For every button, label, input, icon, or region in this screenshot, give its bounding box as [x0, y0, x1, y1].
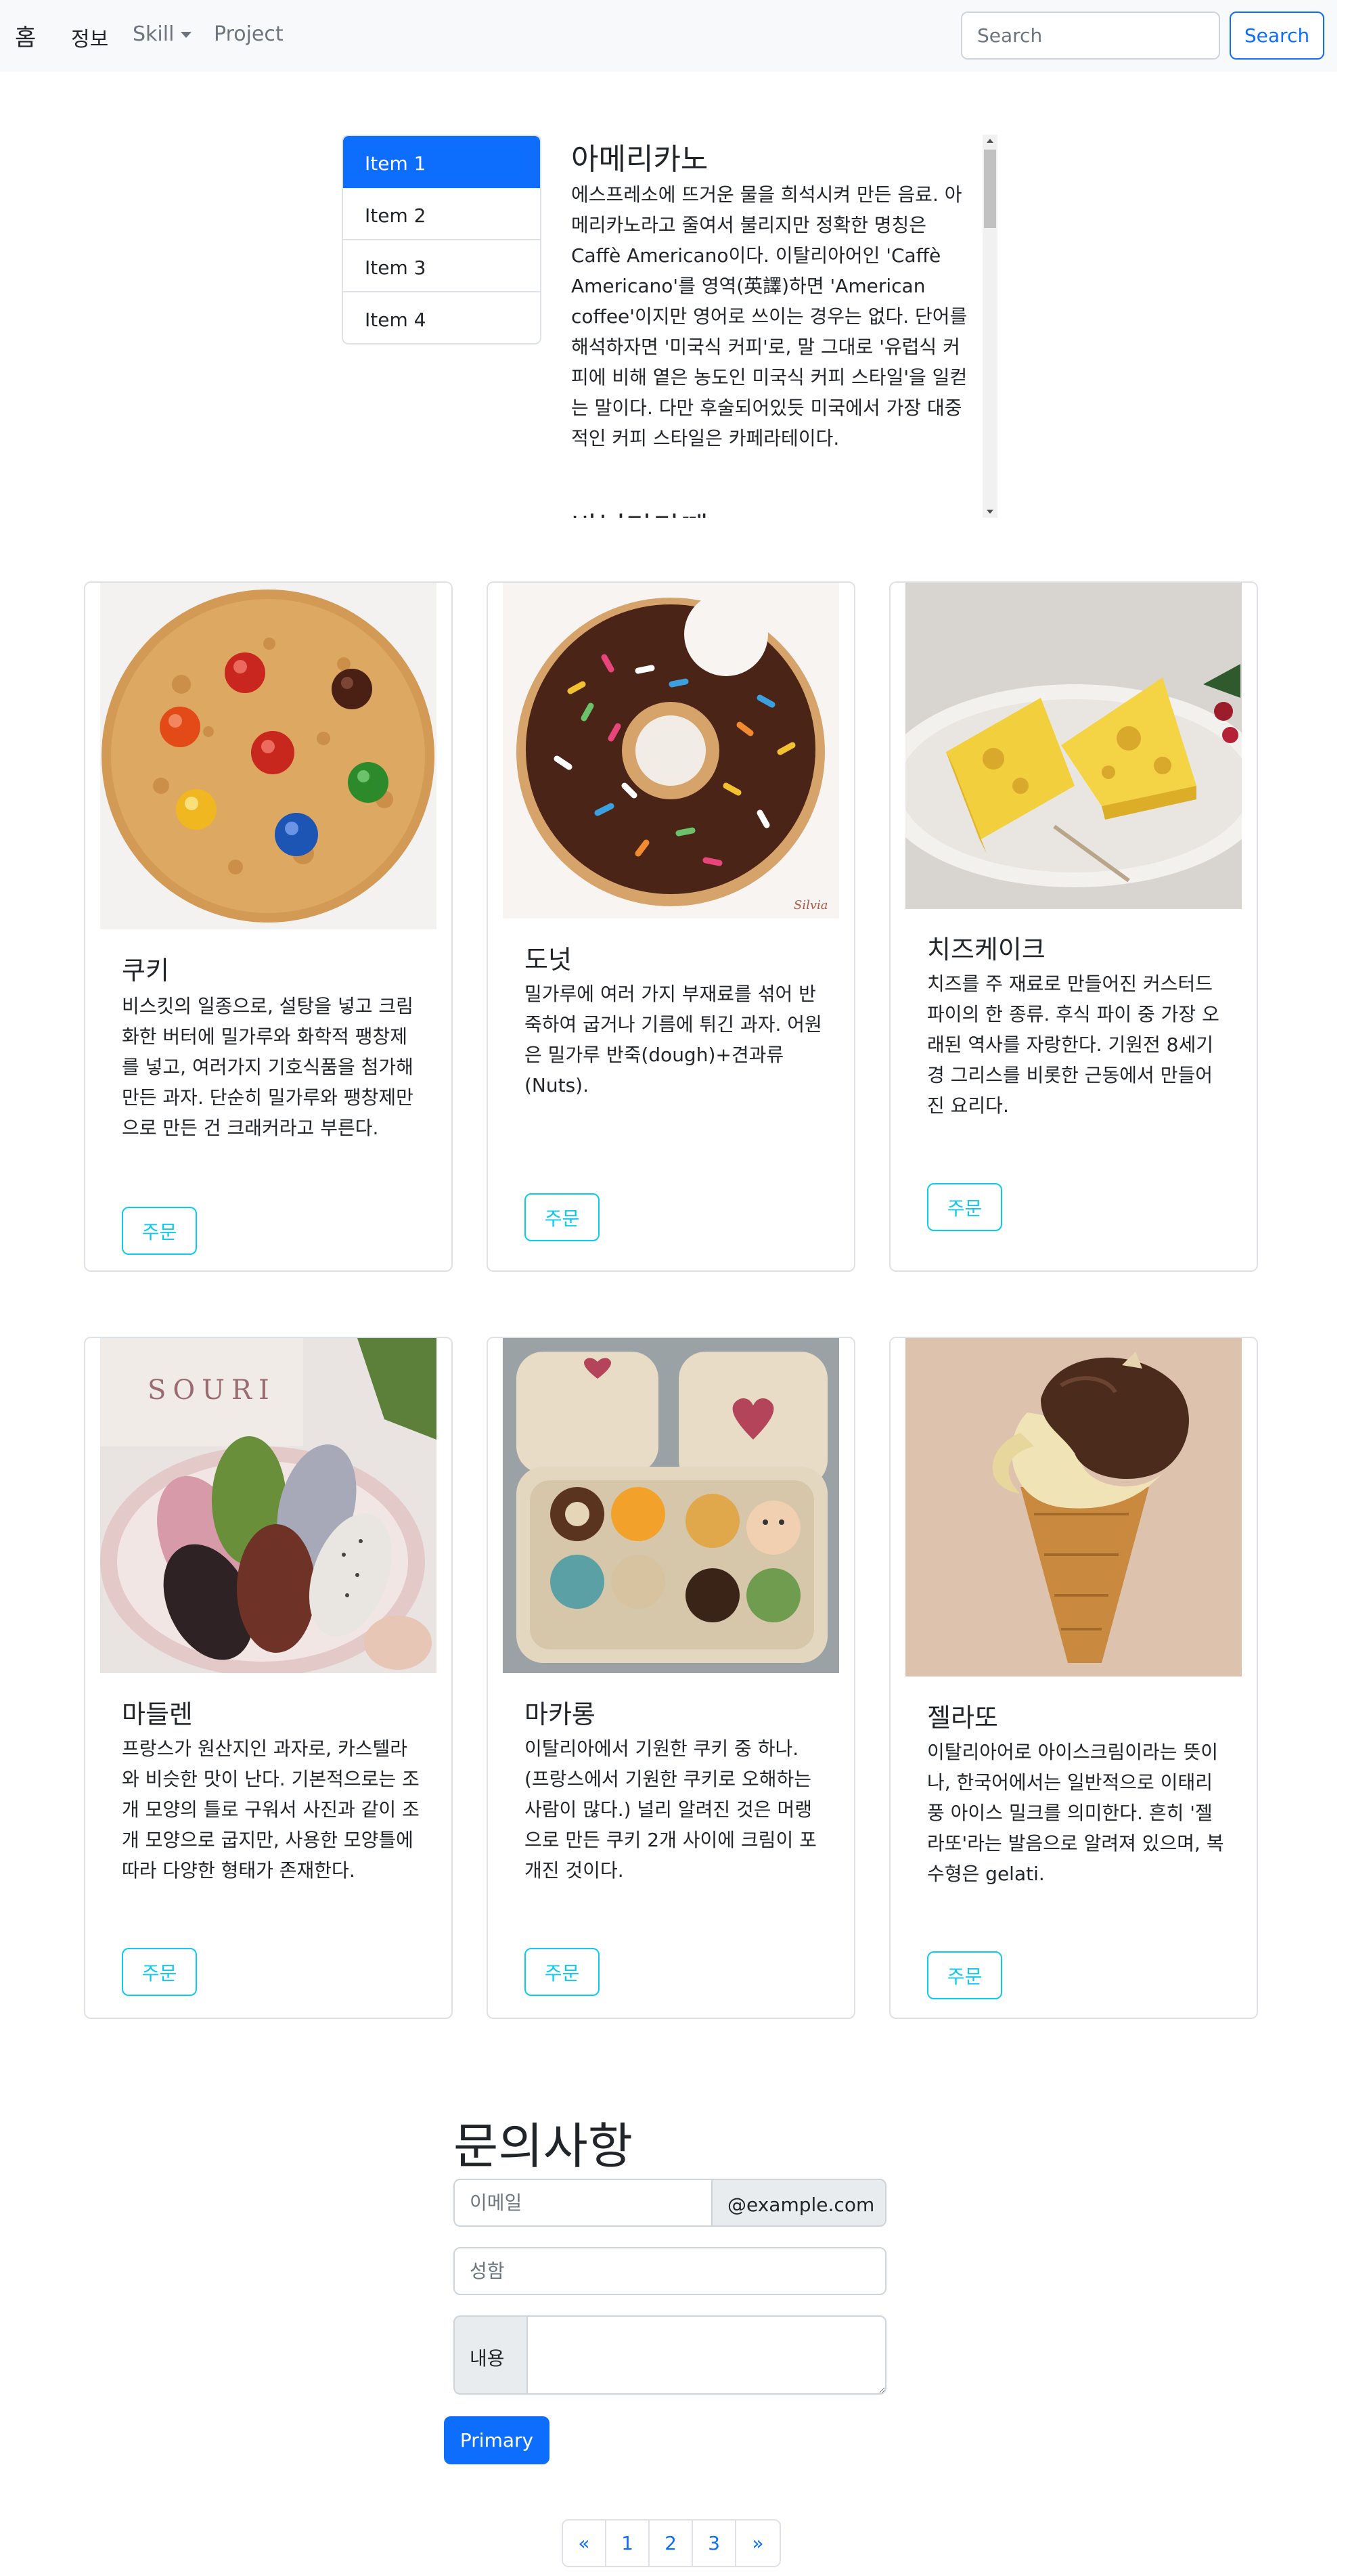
order-button[interactable]: 주문: [524, 1948, 600, 1996]
brand-home-link[interactable]: 홈: [15, 19, 36, 52]
scrollspy-list: Item 1 Item 2 Item 3 Item 4: [342, 135, 541, 345]
card-text: 비스킷의 일종으로, 설탕을 넣고 크림화한 버터에 밀가루와 화학적 팽창제를…: [122, 995, 413, 1139]
page-prev[interactable]: «: [563, 2521, 606, 2566]
primary-button[interactable]: Primary: [444, 2416, 549, 2464]
nav-link-project[interactable]: Project: [214, 22, 284, 46]
name-field[interactable]: [453, 2247, 886, 2295]
card-title: 마들렌: [122, 1700, 193, 1729]
card-text: 이탈리아어로 아이스크림이라는 뜻이나, 한국어에서는 일반적으로 이태리풍 아…: [927, 1741, 1224, 1885]
card-title: 마카롱: [524, 1700, 596, 1729]
card-gelato: 젤라또 이탈리아어로 아이스크림이라는 뜻이나, 한국어에서는 일반적으로 이태…: [889, 1337, 1258, 2019]
order-button[interactable]: 주문: [927, 1951, 1002, 1999]
page-3[interactable]: 3: [693, 2521, 736, 2566]
card-title: 치즈케이크: [927, 935, 1046, 964]
card-cookie: 쿠키 비스킷의 일종으로, 설탕을 넣고 크림화한 버터에 밀가루와 화학적 팽…: [84, 581, 453, 1272]
email-domain-addon: @example.com: [711, 2179, 886, 2227]
order-button[interactable]: 주문: [122, 1207, 197, 1255]
card-title: 도넛: [524, 945, 572, 975]
page-next[interactable]: »: [736, 2521, 780, 2566]
list-item-1[interactable]: Item 1: [343, 136, 540, 188]
scrollspy-content[interactable]: 아메리카노 에스프레소에 뜨거운 물을 희석시켜 만든 음료. 아메리카노라고 …: [571, 135, 997, 518]
search-input[interactable]: [961, 12, 1220, 60]
list-item-4[interactable]: Item 4: [343, 292, 540, 343]
card-text: 밀가루에 여러 가지 부재료를 섞어 반죽하여 굽거나 기름에 튀긴 과자. 어…: [524, 983, 822, 1096]
content-label: 내용: [453, 2315, 528, 2395]
card-text: 이탈리아에서 기원한 쿠키 중 하나. (프랑스에서 기원한 쿠키로 오해하는 …: [524, 1737, 817, 1882]
nav-link-info[interactable]: 정보: [71, 22, 108, 52]
nav-dropdown-skill[interactable]: Skill: [133, 22, 174, 46]
gelato-image: [905, 1338, 1242, 1676]
card-macaron: 마카롱 이탈리아에서 기원한 쿠키 중 하나. (프랑스에서 기원한 쿠키로 오…: [487, 1337, 855, 2019]
scroll-up-icon[interactable]: [987, 139, 993, 143]
next-section-heading: 바닐라라떼: [571, 504, 708, 518]
card-madeleine: SOURI 마들렌 프랑스가 원산지인 과자로, 카스텔라와 비슷한 맛이 난다…: [84, 1337, 453, 2019]
donut-image: Silvia: [503, 583, 839, 918]
navbar: 홈 정보 Skill Project Search: [0, 0, 1337, 72]
page-2[interactable]: 2: [650, 2521, 693, 2566]
pagination: « 1 2 3 »: [562, 2519, 781, 2567]
macaron-image: [503, 1338, 839, 1673]
scroll-down-icon[interactable]: [987, 510, 993, 514]
email-field[interactable]: [453, 2179, 713, 2227]
page-1[interactable]: 1: [606, 2521, 650, 2566]
order-button[interactable]: 주문: [524, 1193, 600, 1241]
cookie-image: [100, 583, 436, 929]
scrollbar[interactable]: [983, 135, 997, 518]
card-donut: Silvia 도넛 밀가루에 여러 가지 부재료를 섞어 반죽하여 굽거나 기름…: [487, 581, 855, 1272]
card-title: 젤라또: [927, 1703, 998, 1733]
content-textarea[interactable]: [526, 2315, 886, 2395]
list-item-2[interactable]: Item 2: [343, 188, 540, 240]
card-title: 쿠키: [122, 956, 169, 985]
form-title: 문의사항: [453, 2118, 633, 2175]
svg-text:SOURI: SOURI: [148, 1375, 276, 1406]
cheesecake-image: [905, 583, 1242, 909]
list-item-3[interactable]: Item 3: [343, 240, 540, 292]
search-button[interactable]: Search: [1230, 12, 1324, 60]
card-text: 치즈를 주 재료로 만들어진 커스터드 파이의 한 종류. 후식 파이 중 가장…: [927, 973, 1219, 1117]
scrollbar-thumb[interactable]: [984, 150, 996, 228]
svg-text:Silvia: Silvia: [794, 898, 828, 912]
email-input-group: @example.com: [453, 2179, 886, 2227]
section-heading: 아메리카노: [571, 142, 709, 177]
order-button[interactable]: 주문: [927, 1183, 1002, 1231]
chevron-down-icon[interactable]: [181, 32, 192, 38]
madeleine-image: SOURI: [100, 1338, 436, 1673]
section-text: 에스프레소에 뜨거운 물을 희석시켜 만든 음료. 아메리카노라고 줄여서 불리…: [571, 183, 968, 449]
order-button[interactable]: 주문: [122, 1948, 197, 1996]
card-text: 프랑스가 원산지인 과자로, 카스텔라와 비슷한 맛이 난다. 기본적으로는 조…: [122, 1737, 420, 1882]
card-cheesecake: 치즈케이크 치즈를 주 재료로 만들어진 커스터드 파이의 한 종류. 후식 파…: [889, 581, 1258, 1272]
